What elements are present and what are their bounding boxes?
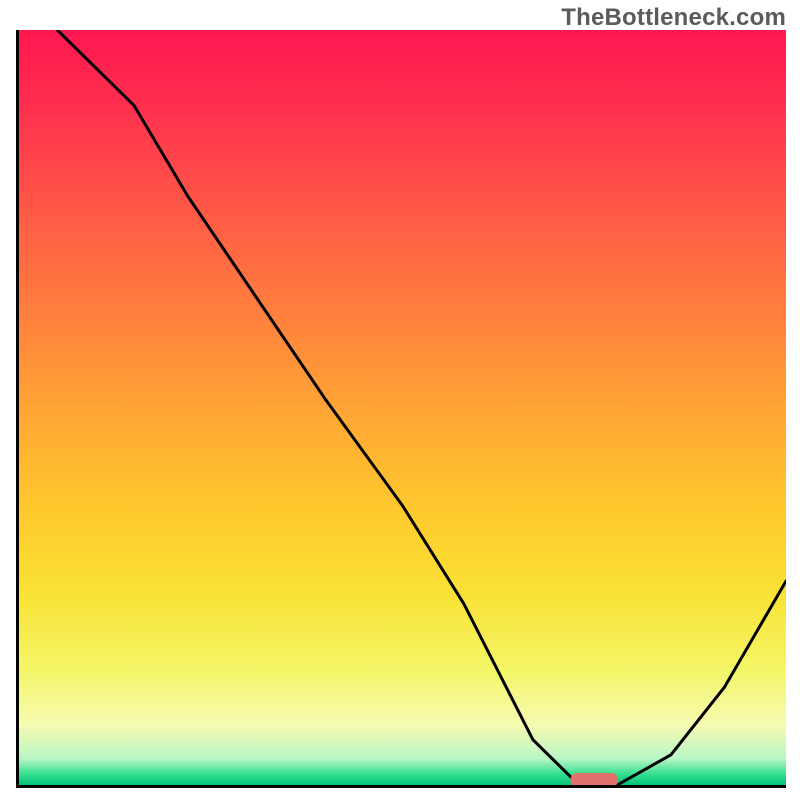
plot-area [16,30,786,788]
watermark-text: TheBottleneck.com [561,4,786,32]
optimal-marker [570,773,618,785]
bottleneck-curve [57,30,786,785]
chart-overlay [19,30,786,785]
chart-frame: TheBottleneck.com [0,0,800,800]
